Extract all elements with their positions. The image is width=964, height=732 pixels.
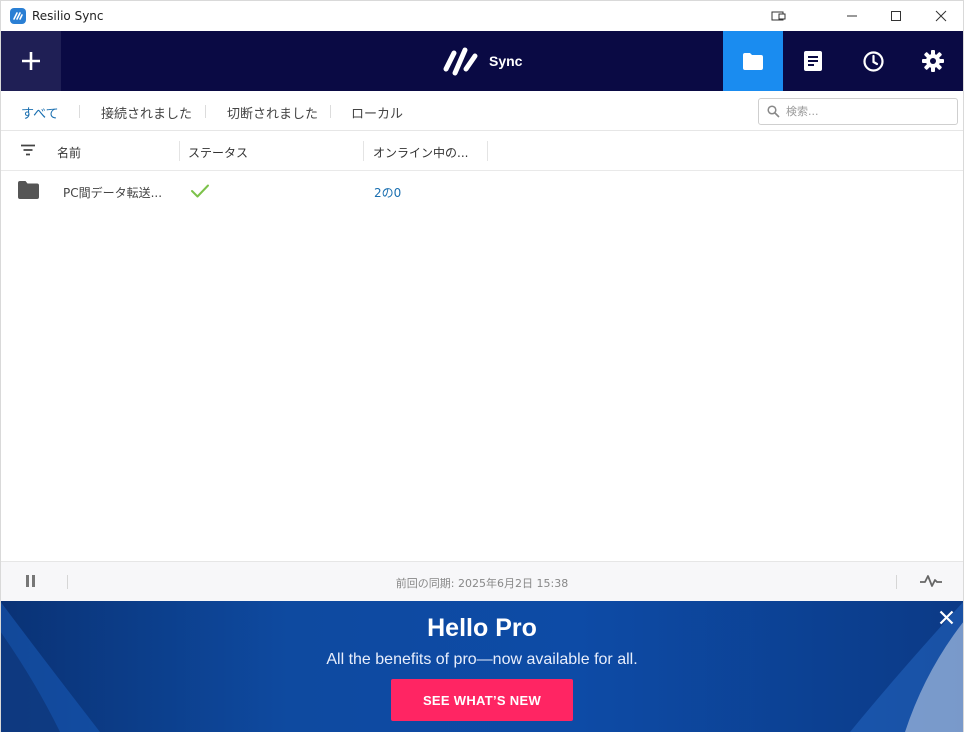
gear-icon	[922, 50, 944, 72]
plus-icon	[21, 52, 40, 70]
column-online-header[interactable]: オンライン中の...	[373, 144, 468, 161]
filter-tab-disconnected[interactable]: 切断されました	[227, 103, 318, 122]
logo-text: Sync	[489, 53, 523, 69]
add-folder-button[interactable]	[0, 31, 61, 91]
minimize-button[interactable]	[829, 1, 875, 31]
status-bar: 前回の同期: 2025年6月2日 15:38	[0, 561, 964, 601]
close-window-button[interactable]	[918, 1, 964, 31]
filter-bar: すべて 接続されました 切断されました ローカル	[0, 91, 964, 131]
divider	[205, 105, 206, 118]
divider	[79, 105, 80, 118]
column-status-header[interactable]: ステータス	[188, 144, 248, 161]
folder-name: PC間データ転送...	[63, 186, 163, 200]
search-icon	[767, 105, 780, 118]
table-header: 名前 ステータス オンライン中の...	[0, 131, 964, 171]
title-bar: Resilio Sync	[0, 0, 964, 31]
filter-tab-local[interactable]: ローカル	[351, 103, 403, 122]
column-divider[interactable]	[363, 141, 364, 161]
online-peers-count[interactable]: 2の0	[374, 184, 401, 201]
column-divider[interactable]	[487, 141, 488, 161]
see-whats-new-button[interactable]: SEE WHAT’S NEW	[391, 679, 573, 721]
promo-banner: Hello Pro All the benefits of pro—now av…	[0, 601, 964, 732]
activity-pulse-icon[interactable]	[920, 574, 942, 588]
nav-history-log-button[interactable]	[783, 31, 843, 91]
app-logo-icon	[10, 8, 26, 24]
sync-logo-icon	[443, 47, 478, 76]
search-box[interactable]	[758, 98, 958, 125]
promo-subtitle: All the benefits of pro—now available fo…	[326, 651, 638, 668]
table-row[interactable]: PC間データ転送... 2の0	[0, 171, 964, 211]
search-input[interactable]	[786, 102, 951, 121]
nav-activity-button[interactable]	[843, 31, 903, 91]
filter-tab-all[interactable]: すべて	[21, 103, 59, 122]
folder-icon	[18, 181, 39, 199]
nav-settings-button[interactable]	[903, 31, 963, 91]
divider	[896, 575, 897, 589]
app-header: Sync	[0, 31, 964, 91]
window-title: Resilio Sync	[32, 9, 104, 23]
clock-icon	[862, 50, 884, 72]
check-icon	[191, 184, 209, 198]
column-divider[interactable]	[179, 141, 180, 161]
nav-folders-button[interactable]	[723, 31, 783, 91]
filter-sort-icon[interactable]	[20, 144, 36, 156]
document-icon	[804, 51, 822, 71]
last-sync-text: 前回の同期: 2025年6月2日 15:38	[395, 577, 569, 590]
promo-title: Hello Pro	[427, 614, 537, 642]
close-icon[interactable]	[938, 609, 955, 626]
sync-logo: Sync	[441, 44, 531, 78]
tablet-mode-icon[interactable]	[756, 1, 802, 31]
maximize-button[interactable]	[873, 1, 919, 31]
folder-icon	[743, 52, 763, 70]
divider	[330, 105, 331, 118]
column-name-header[interactable]: 名前	[57, 144, 81, 161]
filter-tab-connected[interactable]: 接続されました	[101, 103, 192, 122]
